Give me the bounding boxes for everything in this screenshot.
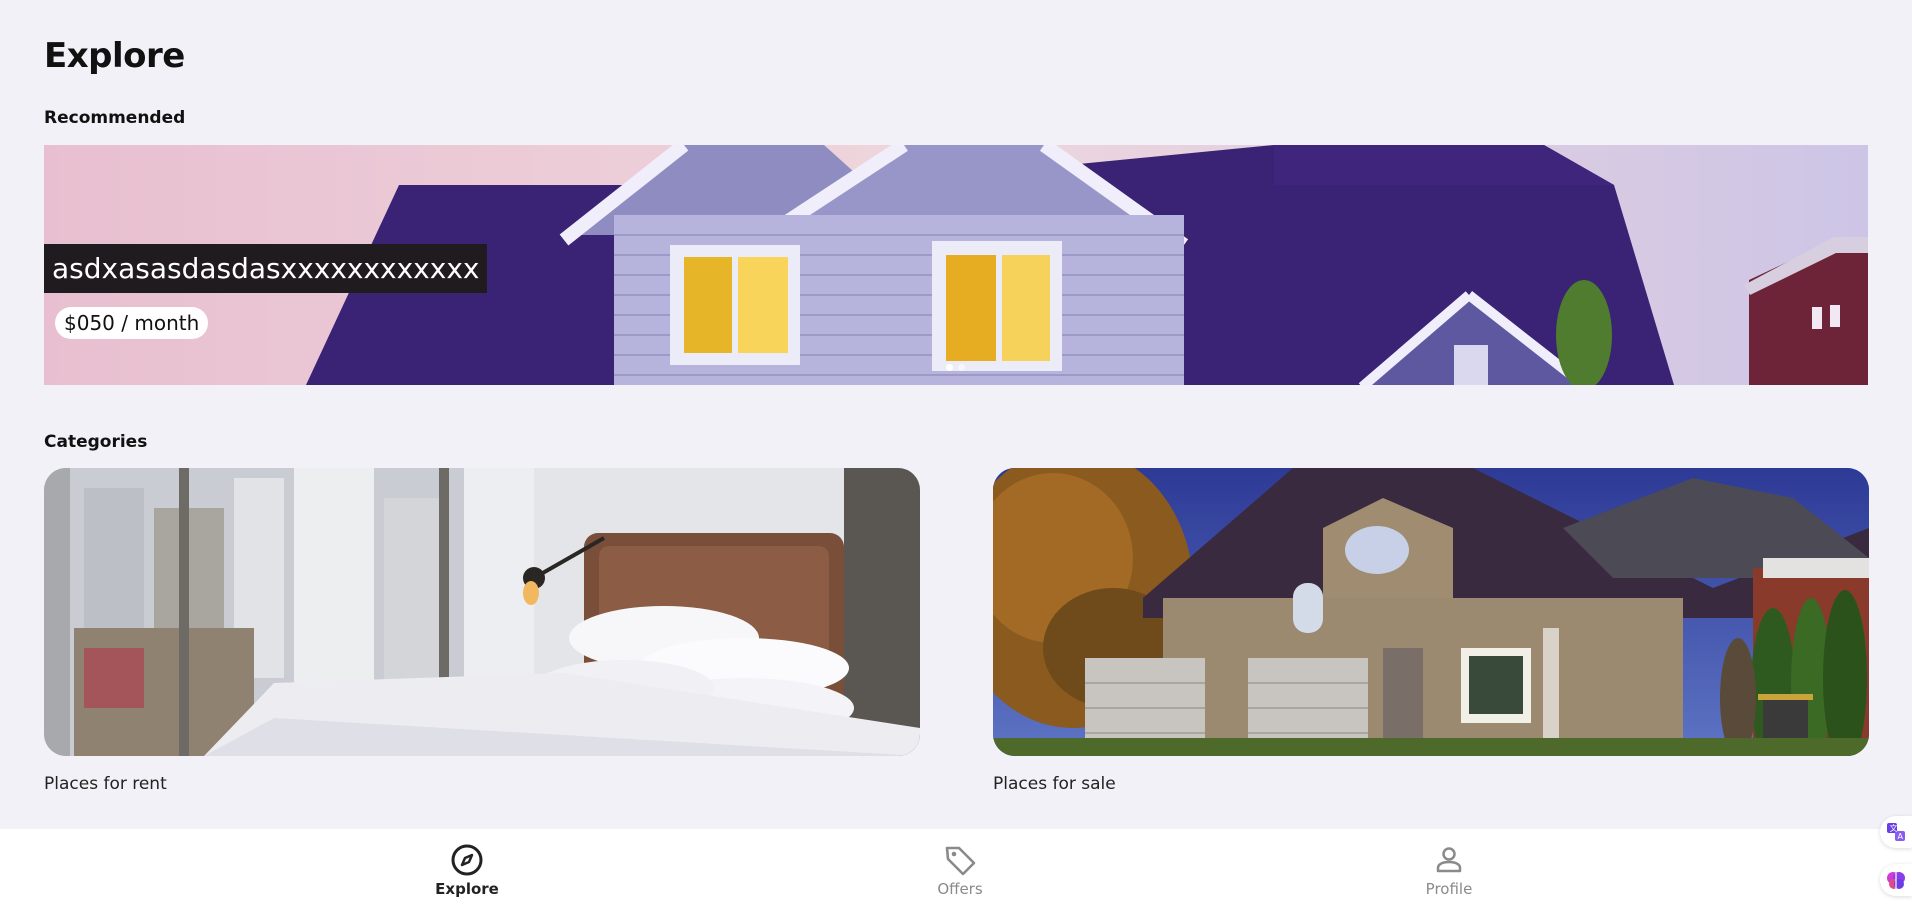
carousel-pagination xyxy=(946,364,965,371)
nav-item-explore[interactable]: Explore xyxy=(407,829,527,906)
svg-text:文: 文 xyxy=(1890,823,1898,833)
category-card-rent[interactable] xyxy=(44,468,920,756)
tag-icon xyxy=(945,846,976,876)
explore-page: Explore Recommended asdxasasdasdasxxxxxx… xyxy=(0,0,1912,906)
category-card-sale[interactable] xyxy=(993,468,1869,756)
nav-label-profile: Profile xyxy=(1425,880,1473,898)
carousel-dot-2[interactable] xyxy=(958,364,965,371)
page-title: Explore xyxy=(44,36,185,76)
house-photo xyxy=(993,468,1869,756)
nav-label-offers: Offers xyxy=(937,880,983,898)
nav-label-explore: Explore xyxy=(435,880,499,898)
bedroom-photo xyxy=(44,468,920,756)
svg-text:A: A xyxy=(1898,832,1904,841)
nav-item-profile[interactable]: Profile xyxy=(1389,829,1509,906)
recommended-listing-price: $050 / month xyxy=(55,307,209,339)
recommended-carousel[interactable]: asdxasasdasdasxxxxxxxxxxxx $050 / month xyxy=(44,145,1868,385)
recommended-listing-title[interactable]: asdxasasdasdasxxxxxxxxxxxx xyxy=(44,244,488,293)
recommended-heading: Recommended xyxy=(44,108,186,128)
categories-heading: Categories xyxy=(44,432,148,452)
category-caption-rent[interactable]: Places for rent xyxy=(44,774,167,794)
translate-icon: 文 A xyxy=(1887,823,1905,841)
compass-icon xyxy=(451,844,483,876)
person-icon xyxy=(1436,847,1462,873)
translate-button[interactable]: 文 A xyxy=(1880,816,1912,848)
category-caption-sale[interactable]: Places for sale xyxy=(993,774,1116,794)
carousel-dot-1[interactable] xyxy=(946,364,953,371)
assistant-button[interactable] xyxy=(1880,864,1912,896)
bottom-navigation: Explore Offers Profile xyxy=(0,829,1912,906)
nav-item-offers[interactable]: Offers xyxy=(900,829,1020,906)
brain-icon xyxy=(1887,872,1905,889)
